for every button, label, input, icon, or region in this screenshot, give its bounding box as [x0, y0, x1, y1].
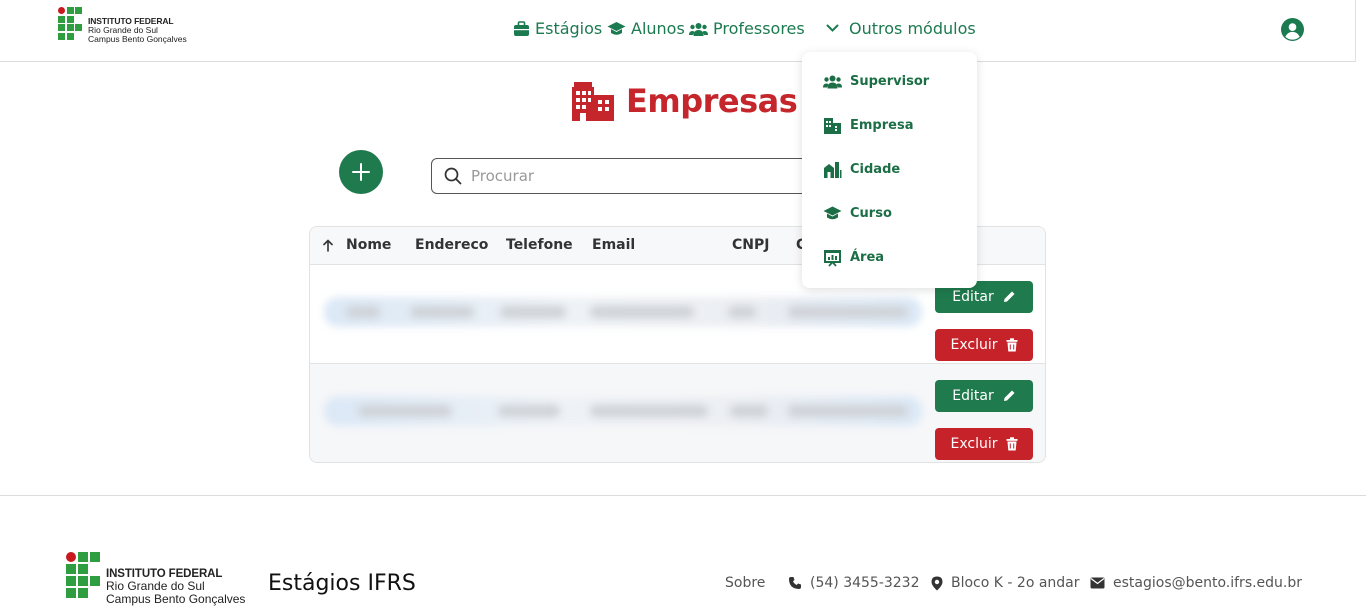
menu-item-empresa-label: Empresa	[850, 118, 914, 133]
nav-professores[interactable]: Professores	[689, 19, 805, 38]
footer-phone[interactable]: (54) 3455-3232	[788, 575, 920, 591]
edit-button[interactable]: Editar	[935, 380, 1033, 412]
user-circle-icon[interactable]	[1281, 18, 1304, 41]
nav-outros-modulos[interactable]: Outros módulos	[826, 19, 976, 38]
page-title: Empresas	[572, 81, 798, 121]
nav-outros-modulos-label: Outros módulos	[849, 19, 976, 38]
menu-item-cidade-label: Cidade	[850, 162, 901, 177]
column-header-cnpj[interactable]: CNPJ	[732, 237, 769, 253]
nav-estagios[interactable]: Estágios	[513, 19, 602, 38]
graduation-cap-icon	[823, 206, 842, 220]
graduation-cap-icon	[607, 21, 626, 35]
delete-button[interactable]: Excluir	[935, 329, 1033, 361]
table-row: Editar Excluir	[310, 364, 1045, 462]
pencil-icon	[1003, 291, 1015, 302]
nav-alunos-label: Alunos	[631, 19, 685, 38]
building-icon	[572, 82, 614, 121]
footer-link-sobre[interactable]: Sobre	[725, 575, 765, 591]
footer-email[interactable]: estagios@bento.ifrs.edu.br	[1090, 575, 1302, 591]
briefcase-icon	[514, 20, 529, 36]
ifrs-logo-mark	[66, 552, 100, 598]
outros-modulos-menu: Supervisor Empresa Cidade Curso Área	[802, 52, 977, 288]
footer-address[interactable]: Bloco K - 2o andar	[931, 575, 1080, 591]
edit-button-label: Editar	[952, 289, 994, 305]
ifrs-logo[interactable]: INSTITUTO FEDERAL Rio Grande do Sul Camp…	[58, 7, 187, 44]
trash-icon	[1006, 338, 1017, 352]
menu-item-area[interactable]: Área	[823, 248, 884, 267]
search-input[interactable]	[471, 167, 811, 185]
arrow-up-icon[interactable]	[323, 239, 333, 252]
top-header: INSTITUTO FEDERAL Rio Grande do Sul Camp…	[0, 0, 1356, 62]
footer-brand: Estágios IFRS	[268, 571, 416, 596]
column-header-endereco[interactable]: Endereco	[415, 237, 488, 253]
building-icon	[824, 118, 841, 134]
edit-button-label: Editar	[952, 388, 994, 404]
footer-ifrs-logo[interactable]: INSTITUTO FEDERAL Rio Grande do Sul Camp…	[66, 552, 245, 605]
ifrs-logo-text: INSTITUTO FEDERAL Rio Grande do Sul Camp…	[88, 16, 187, 44]
add-company-button[interactable]	[339, 150, 383, 194]
search-box	[431, 158, 851, 194]
menu-item-empresa[interactable]: Empresa	[823, 116, 913, 135]
menu-item-cidade[interactable]: Cidade	[823, 160, 900, 179]
menu-item-supervisor[interactable]: Supervisor	[823, 72, 929, 91]
trash-icon	[1006, 437, 1017, 451]
page-title-text: Empresas	[626, 82, 798, 120]
column-header-email[interactable]: Email	[592, 237, 635, 253]
footer-divider	[0, 495, 1366, 496]
presentation-chart-icon	[824, 250, 841, 267]
delete-button-label: Excluir	[950, 436, 998, 452]
menu-item-supervisor-label: Supervisor	[850, 74, 930, 89]
plus-icon	[352, 163, 370, 181]
delete-button-label: Excluir	[950, 337, 998, 353]
menu-item-area-label: Área	[850, 250, 885, 265]
menu-item-curso[interactable]: Curso	[823, 204, 892, 223]
map-pin-icon	[931, 576, 943, 590]
pencil-icon	[1003, 390, 1015, 401]
chevron-down-icon	[826, 24, 839, 32]
delete-button[interactable]: Excluir	[935, 428, 1033, 460]
menu-item-curso-label: Curso	[850, 206, 892, 221]
search-icon	[444, 167, 462, 185]
column-header-nome[interactable]: Nome	[346, 237, 391, 253]
nav-estagios-label: Estágios	[535, 19, 603, 38]
envelope-icon	[1090, 577, 1105, 589]
users-icon	[823, 75, 842, 89]
column-header-telefone[interactable]: Telefone	[506, 237, 573, 253]
ifrs-logo-mark	[58, 7, 82, 40]
city-icon	[824, 162, 842, 178]
nav-professores-label: Professores	[713, 19, 805, 38]
nav-alunos[interactable]: Alunos	[607, 19, 685, 38]
users-icon	[689, 22, 708, 36]
phone-icon	[789, 577, 801, 589]
footer-logo-text: INSTITUTO FEDERAL Rio Grande do Sul Camp…	[106, 568, 246, 606]
